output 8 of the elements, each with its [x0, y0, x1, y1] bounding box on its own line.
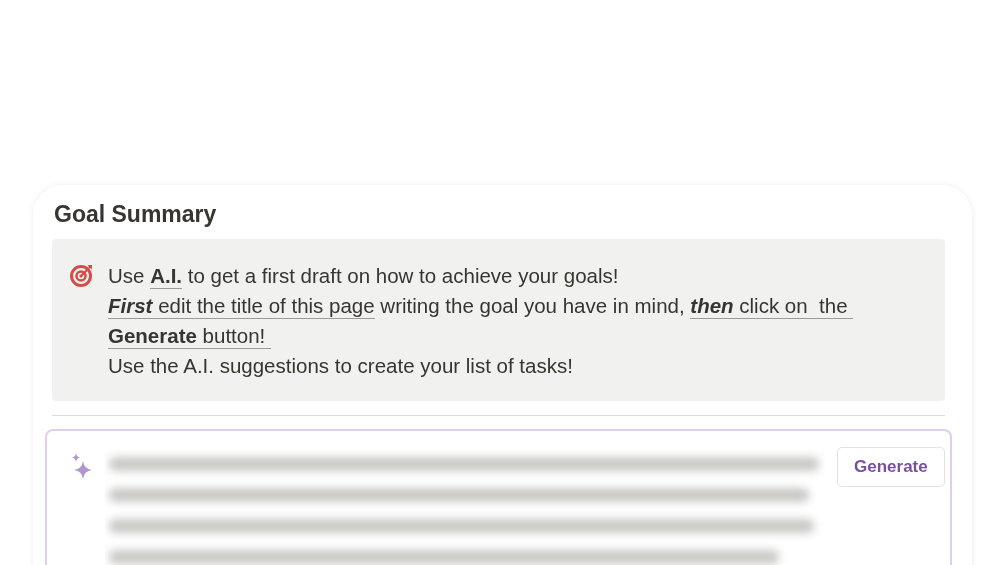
generate-button[interactable]: Generate — [837, 447, 945, 487]
callout-text: Use the A.I. suggestions to create your list of tasks! — [108, 353, 574, 379]
callout-text: First edit the title of this page writing the goal you have in mind, then click on the Generate button! — [108, 291, 888, 351]
ai-block[interactable]: Generate — [45, 429, 952, 565]
sparkle-icon — [71, 453, 93, 479]
callout-text: Use A.I. to get a first draft on how to achieve your goals! — [108, 263, 620, 291]
section-title: Goal Summary — [54, 200, 218, 229]
target-icon — [70, 263, 94, 287]
